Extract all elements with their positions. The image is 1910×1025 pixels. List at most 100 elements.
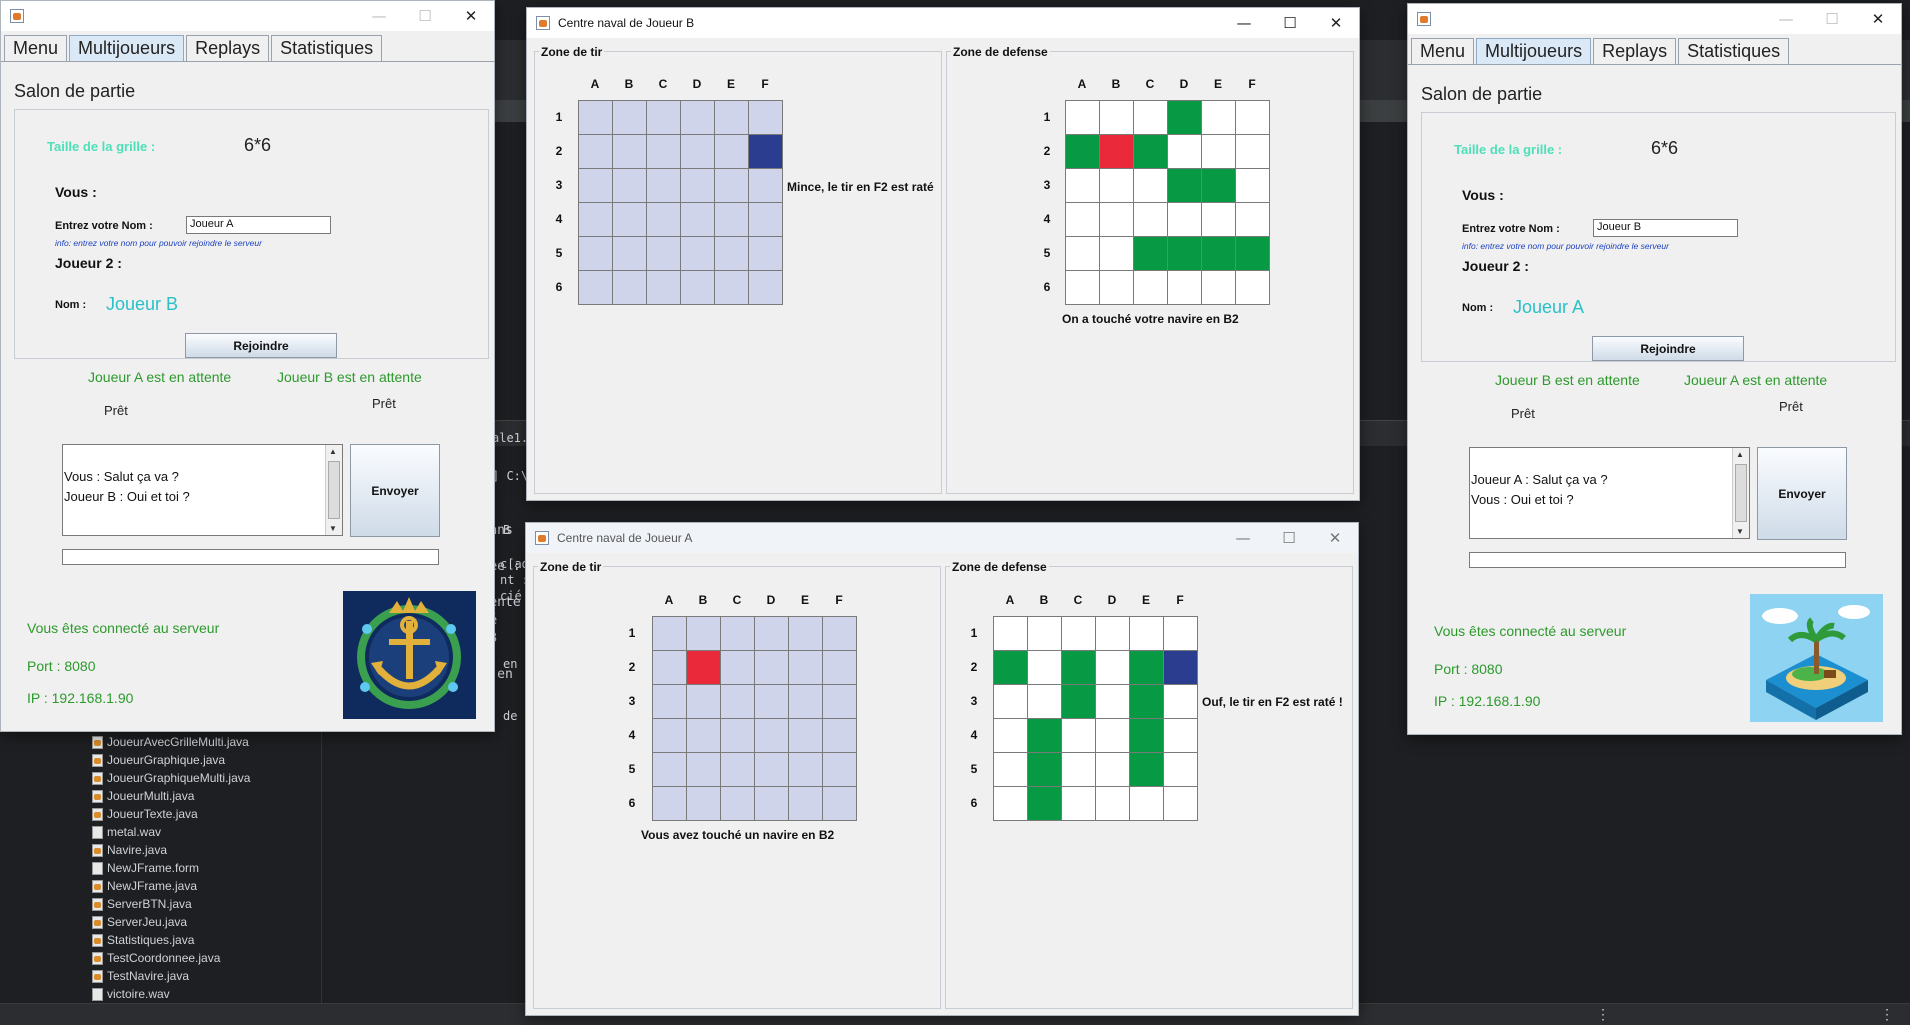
tab-replays[interactable]: Replays bbox=[1593, 38, 1677, 64]
grid-cell-b3[interactable] bbox=[687, 685, 721, 719]
grid-cell-f1[interactable] bbox=[823, 617, 857, 651]
project-file-item[interactable]: NewJFrame.form bbox=[92, 859, 250, 877]
grid-cell-a2[interactable] bbox=[653, 651, 687, 685]
scroll-up-icon[interactable]: ▲ bbox=[329, 447, 337, 456]
tab-statistiques[interactable]: Statistiques bbox=[1678, 38, 1790, 64]
project-file-item[interactable]: ServerBTN.java bbox=[92, 895, 250, 913]
grid-cell-b3[interactable] bbox=[613, 169, 647, 203]
grid-cell-e4[interactable] bbox=[715, 203, 749, 237]
project-file-item[interactable]: metal.wav bbox=[92, 823, 250, 841]
grid-cell-c1[interactable] bbox=[647, 101, 681, 135]
grid-cell-a1[interactable] bbox=[579, 101, 613, 135]
grid-cell-c5[interactable] bbox=[647, 237, 681, 271]
more-icon[interactable]: ⋮ bbox=[1596, 1006, 1610, 1023]
grid-cell-a4[interactable] bbox=[579, 203, 613, 237]
grid-cell-c3[interactable] bbox=[647, 169, 681, 203]
grid-cell-c2[interactable] bbox=[647, 135, 681, 169]
title-bar[interactable]: Centre naval de Joueur B — ☐ ✕ bbox=[527, 8, 1359, 38]
grid-cell-a6[interactable] bbox=[579, 271, 613, 305]
project-file-item[interactable]: Statistiques.java bbox=[92, 931, 250, 949]
grid-cell-a4[interactable] bbox=[653, 719, 687, 753]
chat-scrollbar[interactable]: ▲ ▼ bbox=[1732, 448, 1749, 538]
grid-cell-d5[interactable] bbox=[681, 237, 715, 271]
chat-area[interactable]: Vous : Salut ça va ? Joueur B : Oui et t… bbox=[62, 444, 343, 536]
project-file-item[interactable]: TestCoordonnee.java bbox=[92, 949, 250, 967]
grid-cell-d4[interactable] bbox=[681, 203, 715, 237]
grid-cell-e6[interactable] bbox=[789, 787, 823, 821]
envoyer-button[interactable]: Envoyer bbox=[1757, 447, 1847, 540]
title-bar[interactable]: — ☐ ✕ bbox=[1408, 4, 1901, 34]
grid-cell-b5[interactable] bbox=[613, 237, 647, 271]
project-file-item[interactable]: JoueurTexte.java bbox=[92, 805, 250, 823]
title-bar[interactable]: Centre naval de Joueur A — ☐ ✕ bbox=[526, 523, 1358, 553]
grid-cell-b5[interactable] bbox=[687, 753, 721, 787]
minimize-icon[interactable]: — bbox=[1763, 4, 1809, 34]
tab-multijoueurs[interactable]: Multijoueurs bbox=[1476, 38, 1592, 64]
grid-cell-b1[interactable] bbox=[613, 101, 647, 135]
close-icon[interactable]: ✕ bbox=[448, 1, 494, 31]
maximize-icon[interactable]: ☐ bbox=[1266, 523, 1312, 553]
grid-cell-f5[interactable] bbox=[823, 753, 857, 787]
minimize-icon[interactable]: — bbox=[356, 1, 402, 31]
grid-cell-b6[interactable] bbox=[687, 787, 721, 821]
grid-cell-e1[interactable] bbox=[789, 617, 823, 651]
message-input[interactable] bbox=[1469, 552, 1846, 568]
maximize-icon[interactable]: ☐ bbox=[402, 1, 448, 31]
grid-cell-d4[interactable] bbox=[755, 719, 789, 753]
grid-cell-a2[interactable] bbox=[579, 135, 613, 169]
rejoindre-button[interactable]: Rejoindre bbox=[185, 333, 337, 358]
grid-cell-e3[interactable] bbox=[789, 685, 823, 719]
title-bar[interactable]: — ☐ ✕ bbox=[1, 1, 494, 31]
grid-cell-b4[interactable] bbox=[687, 719, 721, 753]
grid-cell-d3[interactable] bbox=[755, 685, 789, 719]
grid-cell-e5[interactable] bbox=[715, 237, 749, 271]
grid-cell-d3[interactable] bbox=[681, 169, 715, 203]
grid-cell-c3[interactable] bbox=[721, 685, 755, 719]
grid-cell-b6[interactable] bbox=[613, 271, 647, 305]
grid-cell-b2[interactable] bbox=[613, 135, 647, 169]
more-icon[interactable]: ⋮ bbox=[1880, 1006, 1894, 1023]
project-file-item[interactable]: victoire.wav bbox=[92, 985, 250, 1003]
grid-cell-e4[interactable] bbox=[789, 719, 823, 753]
grid-cell-f1[interactable] bbox=[749, 101, 783, 135]
grid-cell-a3[interactable] bbox=[653, 685, 687, 719]
maximize-icon[interactable]: ☐ bbox=[1267, 8, 1313, 38]
grid-cell-c2[interactable] bbox=[721, 651, 755, 685]
grid-cell-a3[interactable] bbox=[579, 169, 613, 203]
chat-scrollbar[interactable]: ▲ ▼ bbox=[325, 445, 342, 535]
project-file-item[interactable]: NewJFrame.java bbox=[92, 877, 250, 895]
grid-cell-f6[interactable] bbox=[823, 787, 857, 821]
message-input[interactable] bbox=[62, 549, 439, 565]
envoyer-button[interactable]: Envoyer bbox=[350, 444, 440, 537]
grid-cell-e5[interactable] bbox=[789, 753, 823, 787]
grid-cell-a1[interactable] bbox=[653, 617, 687, 651]
tab-menu[interactable]: Menu bbox=[4, 35, 68, 61]
grid-cell-d2[interactable] bbox=[681, 135, 715, 169]
grid-cell-c6[interactable] bbox=[721, 787, 755, 821]
grid-cell-c5[interactable] bbox=[721, 753, 755, 787]
tab-multijoueurs[interactable]: Multijoueurs bbox=[69, 35, 185, 61]
grid-cell-b4[interactable] bbox=[613, 203, 647, 237]
grid-cell-c1[interactable] bbox=[721, 617, 755, 651]
project-file-item[interactable]: ServerJeu.java bbox=[92, 913, 250, 931]
grid-cell-e3[interactable] bbox=[715, 169, 749, 203]
project-file-item[interactable]: JoueurMulti.java bbox=[92, 787, 250, 805]
minimize-icon[interactable]: — bbox=[1220, 523, 1266, 553]
project-file-item[interactable]: JoueurGraphiqueMulti.java bbox=[92, 769, 250, 787]
grid-cell-a5[interactable] bbox=[653, 753, 687, 787]
scroll-thumb[interactable] bbox=[328, 461, 340, 519]
grid-cell-d1[interactable] bbox=[681, 101, 715, 135]
grid-cell-c4[interactable] bbox=[647, 203, 681, 237]
scroll-down-icon[interactable]: ▼ bbox=[1736, 527, 1744, 536]
grid-cell-c6[interactable] bbox=[647, 271, 681, 305]
close-icon[interactable]: ✕ bbox=[1312, 523, 1358, 553]
grid-cell-a6[interactable] bbox=[653, 787, 687, 821]
grid-cell-f5[interactable] bbox=[749, 237, 783, 271]
scroll-down-icon[interactable]: ▼ bbox=[329, 524, 337, 533]
rejoindre-button[interactable]: Rejoindre bbox=[1592, 336, 1744, 361]
scroll-thumb[interactable] bbox=[1735, 464, 1747, 522]
name-input[interactable]: Joueur B bbox=[1593, 219, 1738, 237]
grid-cell-b1[interactable] bbox=[687, 617, 721, 651]
close-icon[interactable]: ✕ bbox=[1855, 4, 1901, 34]
grid-cell-f3[interactable] bbox=[823, 685, 857, 719]
